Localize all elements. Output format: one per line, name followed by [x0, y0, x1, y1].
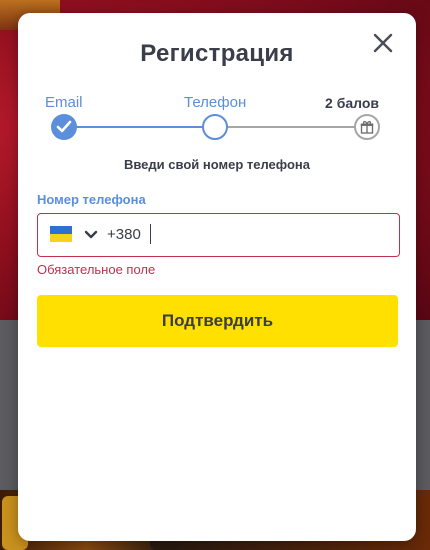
check-icon [56, 120, 72, 133]
phone-error-message: Обязательное поле [37, 262, 156, 277]
gift-icon [360, 121, 374, 134]
step-dot-email-done [51, 114, 77, 140]
phone-prefix: +380 [107, 226, 141, 243]
phone-field-label: Номер телефона [37, 192, 146, 207]
phone-field: +380 [37, 213, 400, 257]
step-dot-bonus [354, 114, 380, 140]
step-label-email: Email [45, 94, 83, 111]
phone-input[interactable] [146, 222, 388, 246]
modal-title: Регистрация [140, 40, 294, 67]
step-label-phone: Телефон [184, 94, 247, 111]
close-icon [373, 33, 393, 53]
step-label-bonus: 2 балов [325, 95, 379, 111]
stepper-remaining-line [226, 126, 366, 128]
ukraine-flag-icon [50, 226, 72, 242]
close-button[interactable] [372, 32, 394, 54]
step-dot-phone-current [202, 114, 228, 140]
text-cursor [150, 224, 151, 244]
chevron-down-icon [84, 230, 98, 239]
submit-button[interactable]: Подтвердить [37, 295, 398, 347]
registration-modal: Регистрация Email Телефон 2 балов Введи … [18, 13, 416, 541]
stepper-progress-line [64, 126, 214, 128]
instruction-text: Введи свой номер телефона [123, 157, 311, 172]
country-dropdown[interactable] [84, 228, 98, 240]
